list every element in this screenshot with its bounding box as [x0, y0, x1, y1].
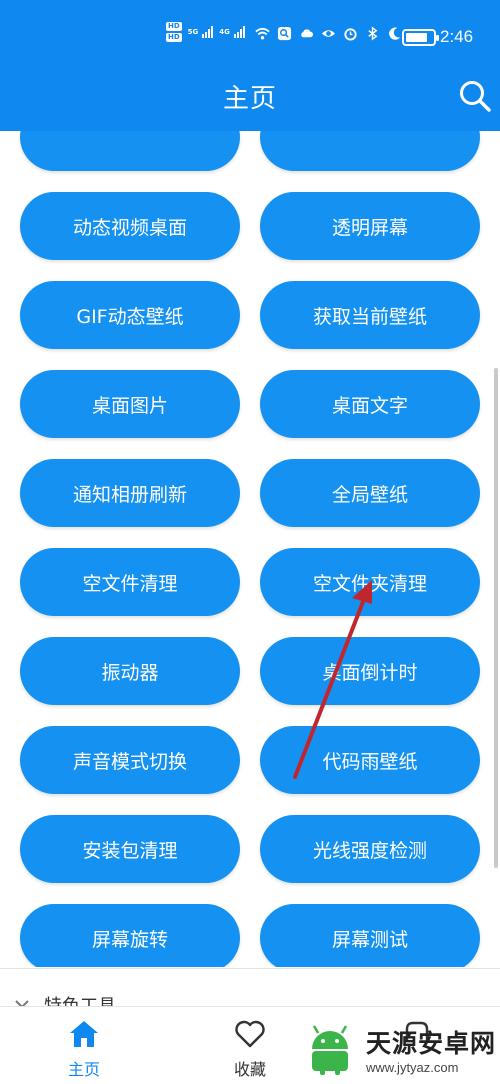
watermark-text: 天源安卓网 www.jytyaz.com	[366, 1024, 496, 1075]
tool-button[interactable]: 全局壁纸	[260, 459, 480, 527]
battery-icon	[402, 29, 439, 46]
tool-button[interactable]: 屏幕测试	[260, 904, 480, 967]
section-divider	[0, 968, 500, 969]
tool-button[interactable]: 代码雨壁纸	[260, 726, 480, 794]
status-icons	[255, 26, 402, 41]
tool-button[interactable]: 空文件夹清理	[260, 548, 480, 616]
network-indicators: HD HD 5G 4G	[166, 22, 245, 42]
nav-item-favorites[interactable]: 收藏	[210, 1017, 290, 1080]
alarm-icon	[343, 26, 358, 41]
hd-badge: HD	[166, 22, 182, 31]
tool-button[interactable]: 桌面图片	[20, 370, 240, 438]
nav-label: 主页	[67, 1060, 100, 1079]
cloud-icon	[299, 26, 314, 41]
tool-button[interactable]: 桌面文字	[260, 370, 480, 438]
tool-button[interactable]: 桌面倒计时	[260, 637, 480, 705]
signal-icon	[202, 26, 214, 38]
search-badge-icon	[277, 26, 292, 41]
tool-button[interactable]: 屏幕旋转	[20, 904, 240, 967]
tool-button[interactable]	[260, 131, 480, 171]
tool-button[interactable]	[20, 131, 240, 171]
moon-icon	[387, 26, 402, 41]
tool-button[interactable]: GIF动态壁纸	[20, 281, 240, 349]
network-type-label: 5G	[187, 28, 199, 36]
scrollbar[interactable]	[494, 368, 498, 868]
tool-button[interactable]: 获取当前壁纸	[260, 281, 480, 349]
network-type-label: 4G	[219, 28, 230, 36]
bluetooth-icon	[365, 26, 380, 41]
eye-icon	[321, 26, 336, 41]
home-icon	[70, 1021, 98, 1047]
wifi-icon	[255, 26, 270, 41]
android-logo-icon	[312, 1025, 348, 1075]
status-bar: HD HD 5G 4G 2:46	[0, 0, 500, 56]
nav-item-home[interactable]: 主页	[44, 1017, 124, 1080]
heart-icon	[235, 1020, 265, 1048]
nav-label: 收藏	[233, 1060, 266, 1079]
tool-button[interactable]: 光线强度检测	[260, 815, 480, 883]
app-bar: HD HD 5G 4G 2:46 主页	[0, 0, 500, 131]
tool-button[interactable]: 声音模式切换	[20, 726, 240, 794]
tool-button[interactable]: 透明屏幕	[260, 192, 480, 260]
hd-badge: HD	[166, 33, 182, 42]
signal-icon	[233, 26, 245, 38]
tool-button[interactable]: 振动器	[20, 637, 240, 705]
clock: 2:46	[440, 27, 474, 46]
tool-button[interactable]: 空文件清理	[20, 548, 240, 616]
watermark-url: www.jytyaz.com	[366, 1059, 459, 1075]
tool-button[interactable]: 动态视频桌面	[20, 192, 240, 260]
page-title: 主页	[222, 84, 277, 114]
tool-button[interactable]: 安装包清理	[20, 815, 240, 883]
search-icon	[460, 81, 491, 112]
search-button[interactable]	[458, 79, 492, 113]
tool-button[interactable]: 通知相册刷新	[20, 459, 240, 527]
tool-grid: 动态视频桌面 透明屏幕 GIF动态壁纸 获取当前壁纸 桌面图片 桌面文字 通知相册刷新 全局壁…	[0, 131, 500, 967]
battery-level	[406, 33, 427, 42]
watermark-title: 天源安卓网	[366, 1028, 497, 1058]
watermark: 天源安卓网 www.jytyaz.com	[300, 1016, 500, 1082]
